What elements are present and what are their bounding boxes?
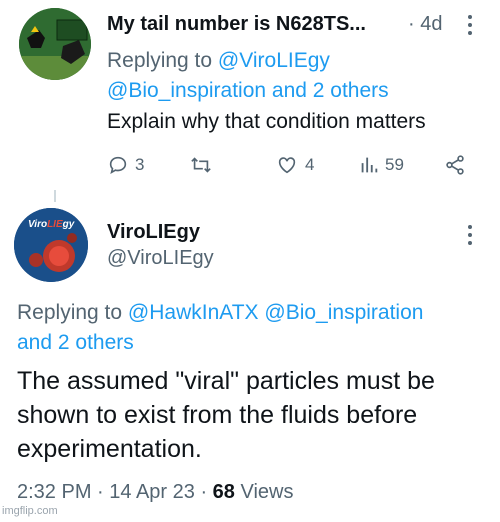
analytics-icon [361, 157, 378, 173]
retweet-button[interactable] [189, 152, 213, 178]
heart-icon [278, 157, 296, 174]
avatar-label: ViroLIEgy [28, 219, 75, 230]
reply-count: 3 [135, 155, 145, 174]
reply-avatar[interactable] [19, 8, 91, 80]
share-button[interactable] [443, 152, 467, 178]
more-options-icon[interactable] [462, 222, 478, 248]
retweet-icon [191, 157, 211, 173]
replying-to-line: Replying to @HawkInATX @Bio_inspiration … [17, 298, 487, 358]
reply-text: Explain why that condition matters [107, 110, 426, 133]
watermark: imgflip.com [2, 505, 58, 517]
replying-to-label: Replying to [17, 301, 123, 324]
tweet-timestamp[interactable]: 2:32 PM · 14 Apr 23 · [17, 481, 213, 503]
replying-to-line: Replying to @ViroLIEgy @Bio_inspiration … [107, 46, 487, 106]
more-options-icon[interactable] [462, 12, 478, 38]
views-label: Views [234, 481, 294, 503]
mention-link[interactable]: @Bio_inspiration [264, 301, 423, 324]
main-display-name[interactable]: ViroLIEgy [107, 221, 200, 244]
main-handle[interactable]: @ViroLIEgy [107, 247, 214, 270]
reply-tweet[interactable]: My tail number is N628TS... · 4d Replyin… [0, 0, 500, 195]
views-count: 59 [385, 155, 404, 174]
share-icon [446, 155, 464, 175]
tweet-metadata: 2:32 PM · 14 Apr 23 · 68 Views [17, 481, 293, 504]
reply-button[interactable]: 3 [107, 152, 144, 178]
mention-link[interactable]: and 2 others [17, 331, 134, 354]
replying-to-label: Replying to [107, 49, 213, 72]
thread-connector [54, 190, 56, 202]
main-avatar[interactable]: ViroLIEgy [14, 208, 88, 282]
views-count: 68 [212, 481, 235, 503]
mention-link[interactable]: @ViroLIEgy [218, 49, 330, 72]
views-button[interactable]: 59 [359, 152, 404, 178]
reply-display-name[interactable]: My tail number is N628TS... [107, 13, 366, 36]
avatar-image-icon [19, 8, 91, 80]
like-count: 4 [305, 155, 315, 174]
mention-link[interactable]: @HawkInATX [128, 301, 259, 324]
action-bar: 3 4 59 [107, 152, 477, 178]
main-tweet-text: The assumed "viral" particles must be sh… [17, 367, 435, 463]
mention-link[interactable]: @Bio_inspiration and 2 others [107, 79, 389, 102]
reply-icon [109, 156, 127, 175]
reply-timestamp[interactable]: · 4d [408, 13, 442, 36]
like-button[interactable]: 4 [275, 152, 314, 178]
